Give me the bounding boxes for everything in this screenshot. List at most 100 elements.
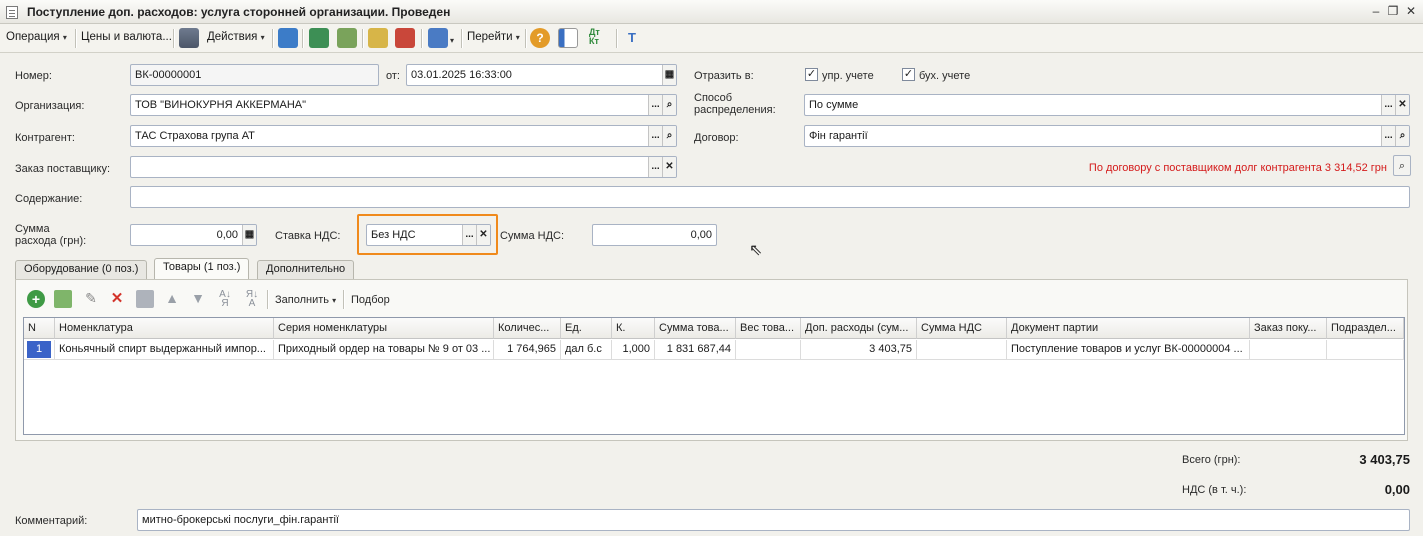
- end-edit-icon[interactable]: [136, 290, 154, 308]
- comment-field[interactable]: митно-брокерські послуги_фін.гарантії: [137, 509, 1410, 531]
- vat-sum-field[interactable]: 0,00: [592, 224, 717, 246]
- distribution-method-field[interactable]: По сумме ... ✕: [804, 94, 1410, 116]
- table-cell-number[interactable]: 1: [27, 341, 51, 358]
- search-icon[interactable]: ⌕: [662, 95, 676, 115]
- fill-menu[interactable]: Заполнить ▾: [275, 294, 336, 307]
- date-field[interactable]: 03.01.2025 16:33:00 ▦: [406, 64, 677, 86]
- column-header[interactable]: N: [24, 318, 55, 339]
- table-cell[interactable]: 1 764,965: [494, 340, 561, 360]
- post-and-close-icon[interactable]: [278, 28, 298, 48]
- delete-row-icon[interactable]: ✕: [108, 290, 126, 308]
- tab-goods[interactable]: Товары (1 поз.): [154, 258, 250, 279]
- move-down-icon[interactable]: ▼: [189, 290, 207, 308]
- column-header[interactable]: Ед.: [561, 318, 612, 339]
- tab-equipment[interactable]: Оборудование (0 поз.): [15, 260, 148, 279]
- select-button[interactable]: ...: [462, 225, 476, 245]
- accounting-checkbox[interactable]: ✓: [902, 68, 915, 81]
- edit-pencil-icon[interactable]: ✎: [82, 290, 100, 308]
- column-header[interactable]: Сумма това...: [655, 318, 736, 339]
- table-cell[interactable]: Поступление товаров и услуг ВК-00000004 …: [1007, 340, 1250, 360]
- actions-menu[interactable]: Действия ▾: [207, 31, 265, 43]
- contract-field[interactable]: Фін гарантії ... ⌕: [804, 125, 1410, 147]
- select-button[interactable]: ...: [648, 126, 662, 146]
- total-value: 3 403,75: [1359, 452, 1410, 467]
- tab-additional[interactable]: Дополнительно: [257, 260, 355, 279]
- vat-total-label: НДС (в т. ч.):: [1182, 484, 1247, 496]
- column-header[interactable]: Заказ поку...: [1250, 318, 1327, 339]
- column-header[interactable]: Сумма НДС: [917, 318, 1007, 339]
- column-header[interactable]: Подраздел...: [1327, 318, 1404, 339]
- move-up-icon[interactable]: ▲: [163, 290, 181, 308]
- clear-icon[interactable]: ✕: [476, 225, 490, 245]
- column-header[interactable]: Серия номенклатуры: [274, 318, 494, 339]
- dt-kt-icon[interactable]: Дт Кт: [589, 28, 609, 48]
- table-cell[interactable]: [1327, 340, 1404, 360]
- clear-icon[interactable]: ✕: [1395, 95, 1409, 115]
- post-document-icon[interactable]: [368, 28, 388, 48]
- comment-label: Комментарий:: [15, 515, 88, 527]
- copy-row-icon[interactable]: [54, 290, 72, 308]
- column-header[interactable]: Вес това...: [736, 318, 801, 339]
- unpost-document-icon[interactable]: [395, 28, 415, 48]
- management-accounting-checkbox[interactable]: ✓: [805, 68, 818, 81]
- column-header[interactable]: Номенклатура: [55, 318, 274, 339]
- expense-sum-field[interactable]: 0,00 ▦: [130, 224, 257, 246]
- reflect-in-label: Отразить в:: [694, 70, 754, 82]
- calendar-icon[interactable]: ▦: [662, 65, 676, 85]
- management-accounting-label: упр. учете: [822, 70, 874, 82]
- content-field[interactable]: [130, 186, 1410, 208]
- goto-menu[interactable]: Перейти ▾: [467, 31, 520, 43]
- refresh-icon[interactable]: [337, 28, 357, 48]
- table-cell[interactable]: Коньячный спирт выдержанный импор...: [55, 340, 274, 360]
- restore-button[interactable]: ❐: [1385, 3, 1401, 19]
- add-row-icon[interactable]: +: [27, 290, 45, 308]
- organization-field[interactable]: ТОВ "ВИНОКУРНЯ АККЕРМАНА" ... ⌕: [130, 94, 677, 116]
- select-button[interactable]: ...: [648, 157, 662, 177]
- number-field[interactable]: ВК-00000001: [130, 64, 379, 86]
- table-cell[interactable]: [1250, 340, 1327, 360]
- mouse-cursor-icon: ⇖: [749, 242, 763, 259]
- calculator-icon[interactable]: ▦: [242, 225, 256, 245]
- sort-ascending-icon[interactable]: A↓ Я: [216, 290, 234, 309]
- column-header[interactable]: К.: [612, 318, 655, 339]
- text-format-icon[interactable]: T: [622, 28, 642, 48]
- table-cell[interactable]: дал б.с: [561, 340, 612, 360]
- prices-currency-button[interactable]: Цены и валюта...: [81, 31, 172, 43]
- table-cell[interactable]: 1 831 687,44: [655, 340, 736, 360]
- help-icon[interactable]: ?: [530, 28, 550, 48]
- select-button[interactable]: ...: [1381, 126, 1395, 146]
- supplier-order-field[interactable]: ... ✕: [130, 156, 677, 178]
- select-button[interactable]: ...: [1381, 95, 1395, 115]
- contract-debt-message: По договору с поставщиком долг контраген…: [1088, 162, 1387, 174]
- vat-rate-field[interactable]: Без НДС ... ✕: [366, 224, 491, 246]
- window-title: Поступление доп. расходов: услуга сторон…: [27, 5, 451, 19]
- table-cell[interactable]: 1,000: [612, 340, 655, 360]
- title-bar: Поступление доп. расходов: услуга сторон…: [0, 0, 1423, 24]
- column-header[interactable]: Количес...: [494, 318, 561, 339]
- table-cell[interactable]: Приходный ордер на товары № 9 от 03 ...: [274, 340, 494, 360]
- counterparty-label: Контрагент:: [15, 132, 75, 144]
- structure-icon[interactable]: [179, 28, 199, 48]
- accounting-label: бух. учете: [919, 70, 971, 82]
- column-header[interactable]: Доп. расходы (сум...: [801, 318, 917, 339]
- save-icon[interactable]: [309, 28, 329, 48]
- counterparty-field[interactable]: ТАС Страхова група АТ ... ⌕: [130, 125, 677, 147]
- organization-label: Организация:: [15, 100, 85, 112]
- debt-details-search-icon[interactable]: ⌕: [1393, 155, 1411, 176]
- table-cell[interactable]: 3 403,75: [801, 340, 917, 360]
- search-icon[interactable]: ⌕: [1395, 126, 1409, 146]
- select-button[interactable]: ...: [648, 95, 662, 115]
- clear-icon[interactable]: ✕: [662, 157, 676, 177]
- close-button[interactable]: ✕: [1403, 3, 1419, 19]
- selection-button[interactable]: Подбор: [351, 294, 390, 306]
- search-icon[interactable]: ⌕: [662, 126, 676, 146]
- column-header[interactable]: Документ партии: [1007, 318, 1250, 339]
- sort-descending-icon[interactable]: Я↓ A: [243, 290, 261, 309]
- document-structure-icon[interactable]: [558, 28, 578, 48]
- based-on-icon[interactable]: [428, 28, 448, 48]
- table-cell[interactable]: [917, 340, 1007, 360]
- contract-label: Договор:: [694, 132, 739, 144]
- table-cell[interactable]: [736, 340, 801, 360]
- minimize-button[interactable]: ‒: [1368, 3, 1384, 19]
- operation-menu[interactable]: Операция ▾: [6, 31, 67, 43]
